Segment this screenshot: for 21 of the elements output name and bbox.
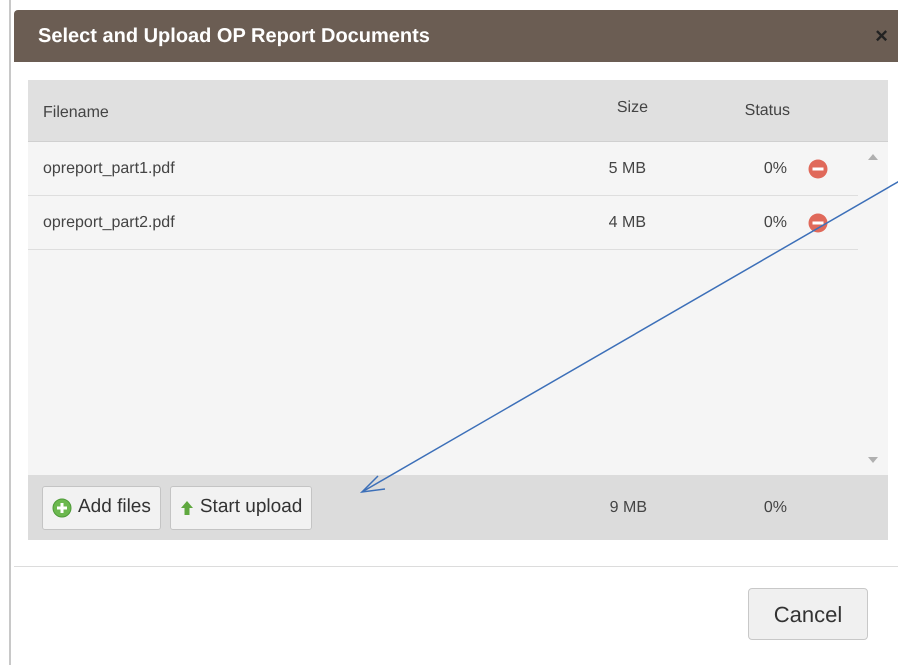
- start-upload-button[interactable]: Start upload: [170, 486, 312, 530]
- column-header: Filename: [43, 102, 109, 122]
- size-cell-text: 5 MB: [608, 158, 646, 178]
- total-size: 9 MB: [608, 498, 647, 518]
- remove-icon[interactable]: [808, 212, 828, 232]
- dialog-title: Select and Upload OP Report Documents: [38, 24, 430, 49]
- plus-icon: [52, 498, 72, 518]
- filename-cell-text: opreport_part1.pdf: [43, 158, 175, 178]
- cancel-button[interactable]: Cancel: [748, 588, 868, 640]
- add-files-button[interactable]: Add files: [42, 486, 161, 530]
- scroll-down-icon[interactable]: [868, 457, 878, 463]
- scroll-up-icon[interactable]: [868, 154, 878, 160]
- size-cell-text: 4 MB: [608, 212, 646, 232]
- up-arrow-icon: [180, 500, 194, 516]
- column-header: Size: [616, 98, 648, 118]
- status-cell-text: 0%: [762, 158, 787, 178]
- status-cell-text: 0%: [762, 212, 787, 232]
- column-header: Status: [744, 100, 790, 120]
- total-status: 0%: [762, 498, 787, 518]
- filename-cell-text: opreport_part2.pdf: [43, 212, 175, 232]
- remove-icon[interactable]: [808, 158, 828, 178]
